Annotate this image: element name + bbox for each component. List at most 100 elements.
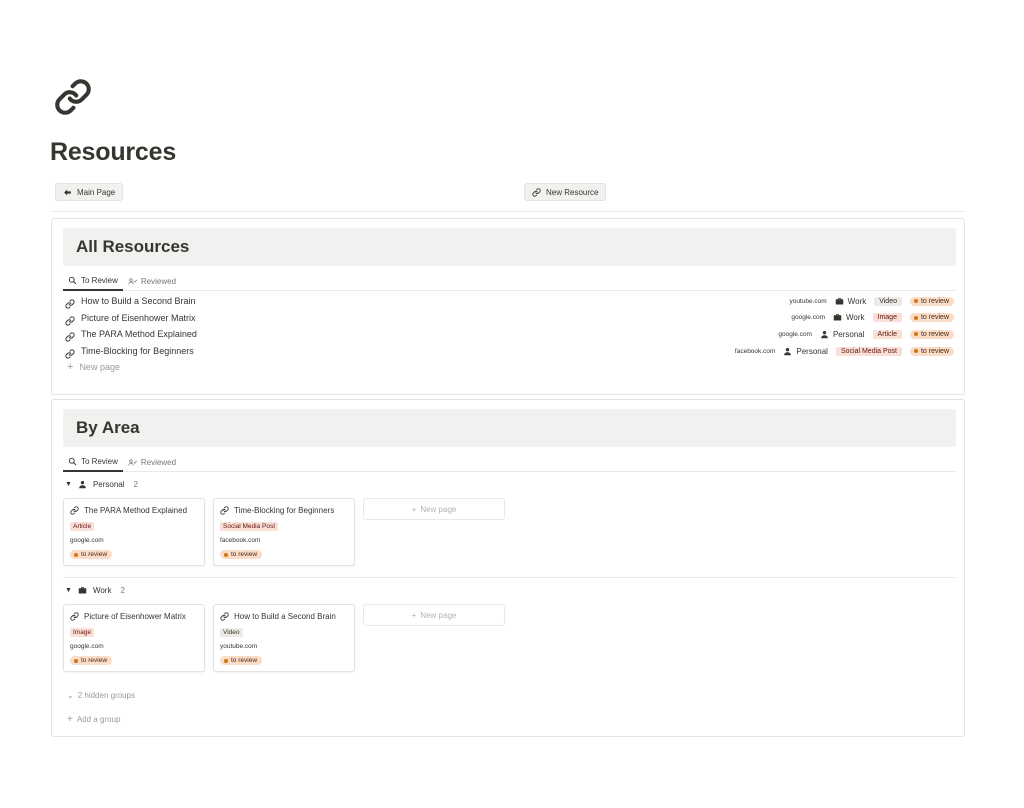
tab-label: Reviewed: [140, 457, 177, 467]
new-resource-button[interactable]: New Resource: [524, 183, 607, 201]
type-tag: Article: [70, 522, 95, 531]
arrow-left-icon: [64, 189, 71, 195]
board-card[interactable]: Time-Blocking for Beginners Social Media …: [213, 498, 355, 566]
add-group-label: Add a group: [76, 715, 121, 724]
board-card[interactable]: Picture of Eisenhower Matrix Image google.…: [63, 604, 205, 672]
group-header-work[interactable]: ▼ Work 2: [65, 586, 125, 595]
status-label: to review: [81, 551, 108, 558]
tab-label: To Review: [81, 275, 118, 285]
area-label: Personal: [832, 329, 865, 339]
new-resource-label: New Resource: [546, 187, 599, 197]
list-item[interactable]: Time-Blocking for Beginners facebook.com P…: [65, 343, 954, 359]
new-page-card[interactable]: + New page: [363, 604, 505, 626]
url-value: facebook.com: [220, 537, 261, 544]
card-title-text: Time-Blocking for Beginners: [234, 506, 335, 515]
group-divider: [63, 577, 956, 578]
tab-label: Reviewed: [140, 276, 177, 286]
person-check-icon: [128, 277, 137, 285]
caret-down-icon[interactable]: ▼: [65, 481, 72, 488]
type-tag: Video: [874, 296, 902, 306]
section-title: All Resources: [76, 237, 190, 256]
status-label: to review: [920, 297, 949, 305]
view-tabs: To Review Reviewed: [63, 452, 956, 472]
board-card[interactable]: The PARA Method Explained Article google.c…: [63, 498, 205, 566]
row-properties: facebook.com Personal Social Media Post to …: [735, 346, 954, 356]
status-dot: [74, 658, 78, 663]
group-name: Personal: [92, 480, 125, 489]
card-title: The PARA Method Explained: [70, 506, 187, 515]
row-title: Time-Blocking for Beginners: [81, 346, 194, 357]
row-title: The PARA Method Explained: [81, 329, 197, 340]
status-badge: to review: [909, 296, 954, 306]
status-badge: to review: [909, 313, 954, 323]
row-properties: google.com Personal Article to review: [778, 329, 954, 339]
briefcase-icon: [78, 587, 87, 594]
link-icon: [220, 612, 229, 621]
all-resources-view: All Resources To Review Reviewed How to …: [51, 218, 965, 395]
new-page-card[interactable]: + New page: [363, 498, 505, 520]
add-group-button[interactable]: + Add a group: [67, 713, 121, 725]
tab-reviewed[interactable]: Reviewed: [123, 452, 181, 472]
list-item[interactable]: The PARA Method Explained google.com Perso…: [65, 326, 954, 342]
main-page-button[interactable]: Main Page: [55, 183, 124, 201]
status-label: to review: [920, 330, 949, 338]
url-value: google.com: [70, 537, 104, 544]
card-title: Time-Blocking for Beginners: [220, 506, 334, 515]
status-badge: to review: [909, 346, 954, 356]
status-label: to review: [920, 347, 949, 355]
row-title: How to Build a Second Brain: [81, 296, 196, 306]
section-header: All Resources: [63, 228, 956, 266]
section-header: By Area: [63, 409, 956, 447]
caret-down-icon[interactable]: ▼: [65, 587, 72, 594]
search-icon: [68, 457, 77, 465]
card-title-text: Picture of Eisenhower Matrix: [84, 612, 186, 621]
new-page-button[interactable]: + New page: [67, 361, 120, 372]
tab-reviewed[interactable]: Reviewed: [123, 271, 181, 291]
briefcase-icon: [835, 297, 844, 306]
list-item[interactable]: Picture of Eisenhower Matrix google.com Wo…: [65, 310, 954, 326]
url-value: google.com: [791, 314, 825, 322]
new-page-label: New page: [420, 504, 457, 514]
status-label: to review: [920, 314, 949, 322]
plus-icon: +: [67, 713, 73, 725]
person-check-icon: [128, 458, 137, 466]
group-count: 2: [133, 480, 138, 489]
list-item[interactable]: How to Build a Second Brain youtube.com Wo…: [65, 293, 954, 309]
area-value: Personal: [783, 347, 828, 356]
group-count: 2: [120, 586, 125, 595]
status-dot: [913, 315, 918, 320]
row-properties: youtube.com Work Video to review: [789, 296, 954, 306]
area-label: Work: [847, 296, 867, 306]
row-title: Picture of Eisenhower Matrix: [81, 312, 196, 323]
type-tag: Video: [220, 628, 243, 637]
status-dot: [74, 552, 78, 557]
plus-icon: +: [411, 504, 417, 514]
page-title: Resources: [50, 138, 177, 166]
tab-to-review[interactable]: To Review: [63, 452, 123, 472]
card-title: Picture of Eisenhower Matrix: [70, 612, 186, 621]
link-icon: [65, 346, 75, 359]
status-badge: to review: [909, 329, 954, 339]
chevron-down-icon: ⌄: [67, 691, 74, 700]
url-value: youtube.com: [789, 297, 827, 305]
section-title: By Area: [76, 418, 140, 437]
group-header-personal[interactable]: ▼ Personal 2: [65, 480, 138, 489]
hidden-groups-toggle[interactable]: ⌄ 2 hidden groups: [67, 691, 135, 700]
link-icon: [65, 296, 75, 309]
area-label: Work: [845, 313, 865, 323]
group-name: Work: [92, 586, 112, 595]
status-dot: [224, 552, 228, 557]
link-icon: [70, 612, 79, 621]
link-icon: [532, 187, 541, 197]
divider: [52, 211, 964, 212]
type-tag: Social Media Post: [835, 346, 902, 356]
url-value: google.com: [70, 643, 104, 650]
tab-to-review[interactable]: To Review: [63, 271, 123, 291]
status-dot: [913, 332, 918, 337]
status-badge: to review: [70, 550, 113, 559]
new-page-label: New page: [79, 362, 120, 372]
board-card[interactable]: How to Build a Second Brain Video youtube.…: [213, 604, 355, 672]
link-icon: [220, 506, 229, 515]
card-title-text: How to Build a Second Brain: [234, 612, 336, 621]
status-dot: [224, 658, 228, 663]
